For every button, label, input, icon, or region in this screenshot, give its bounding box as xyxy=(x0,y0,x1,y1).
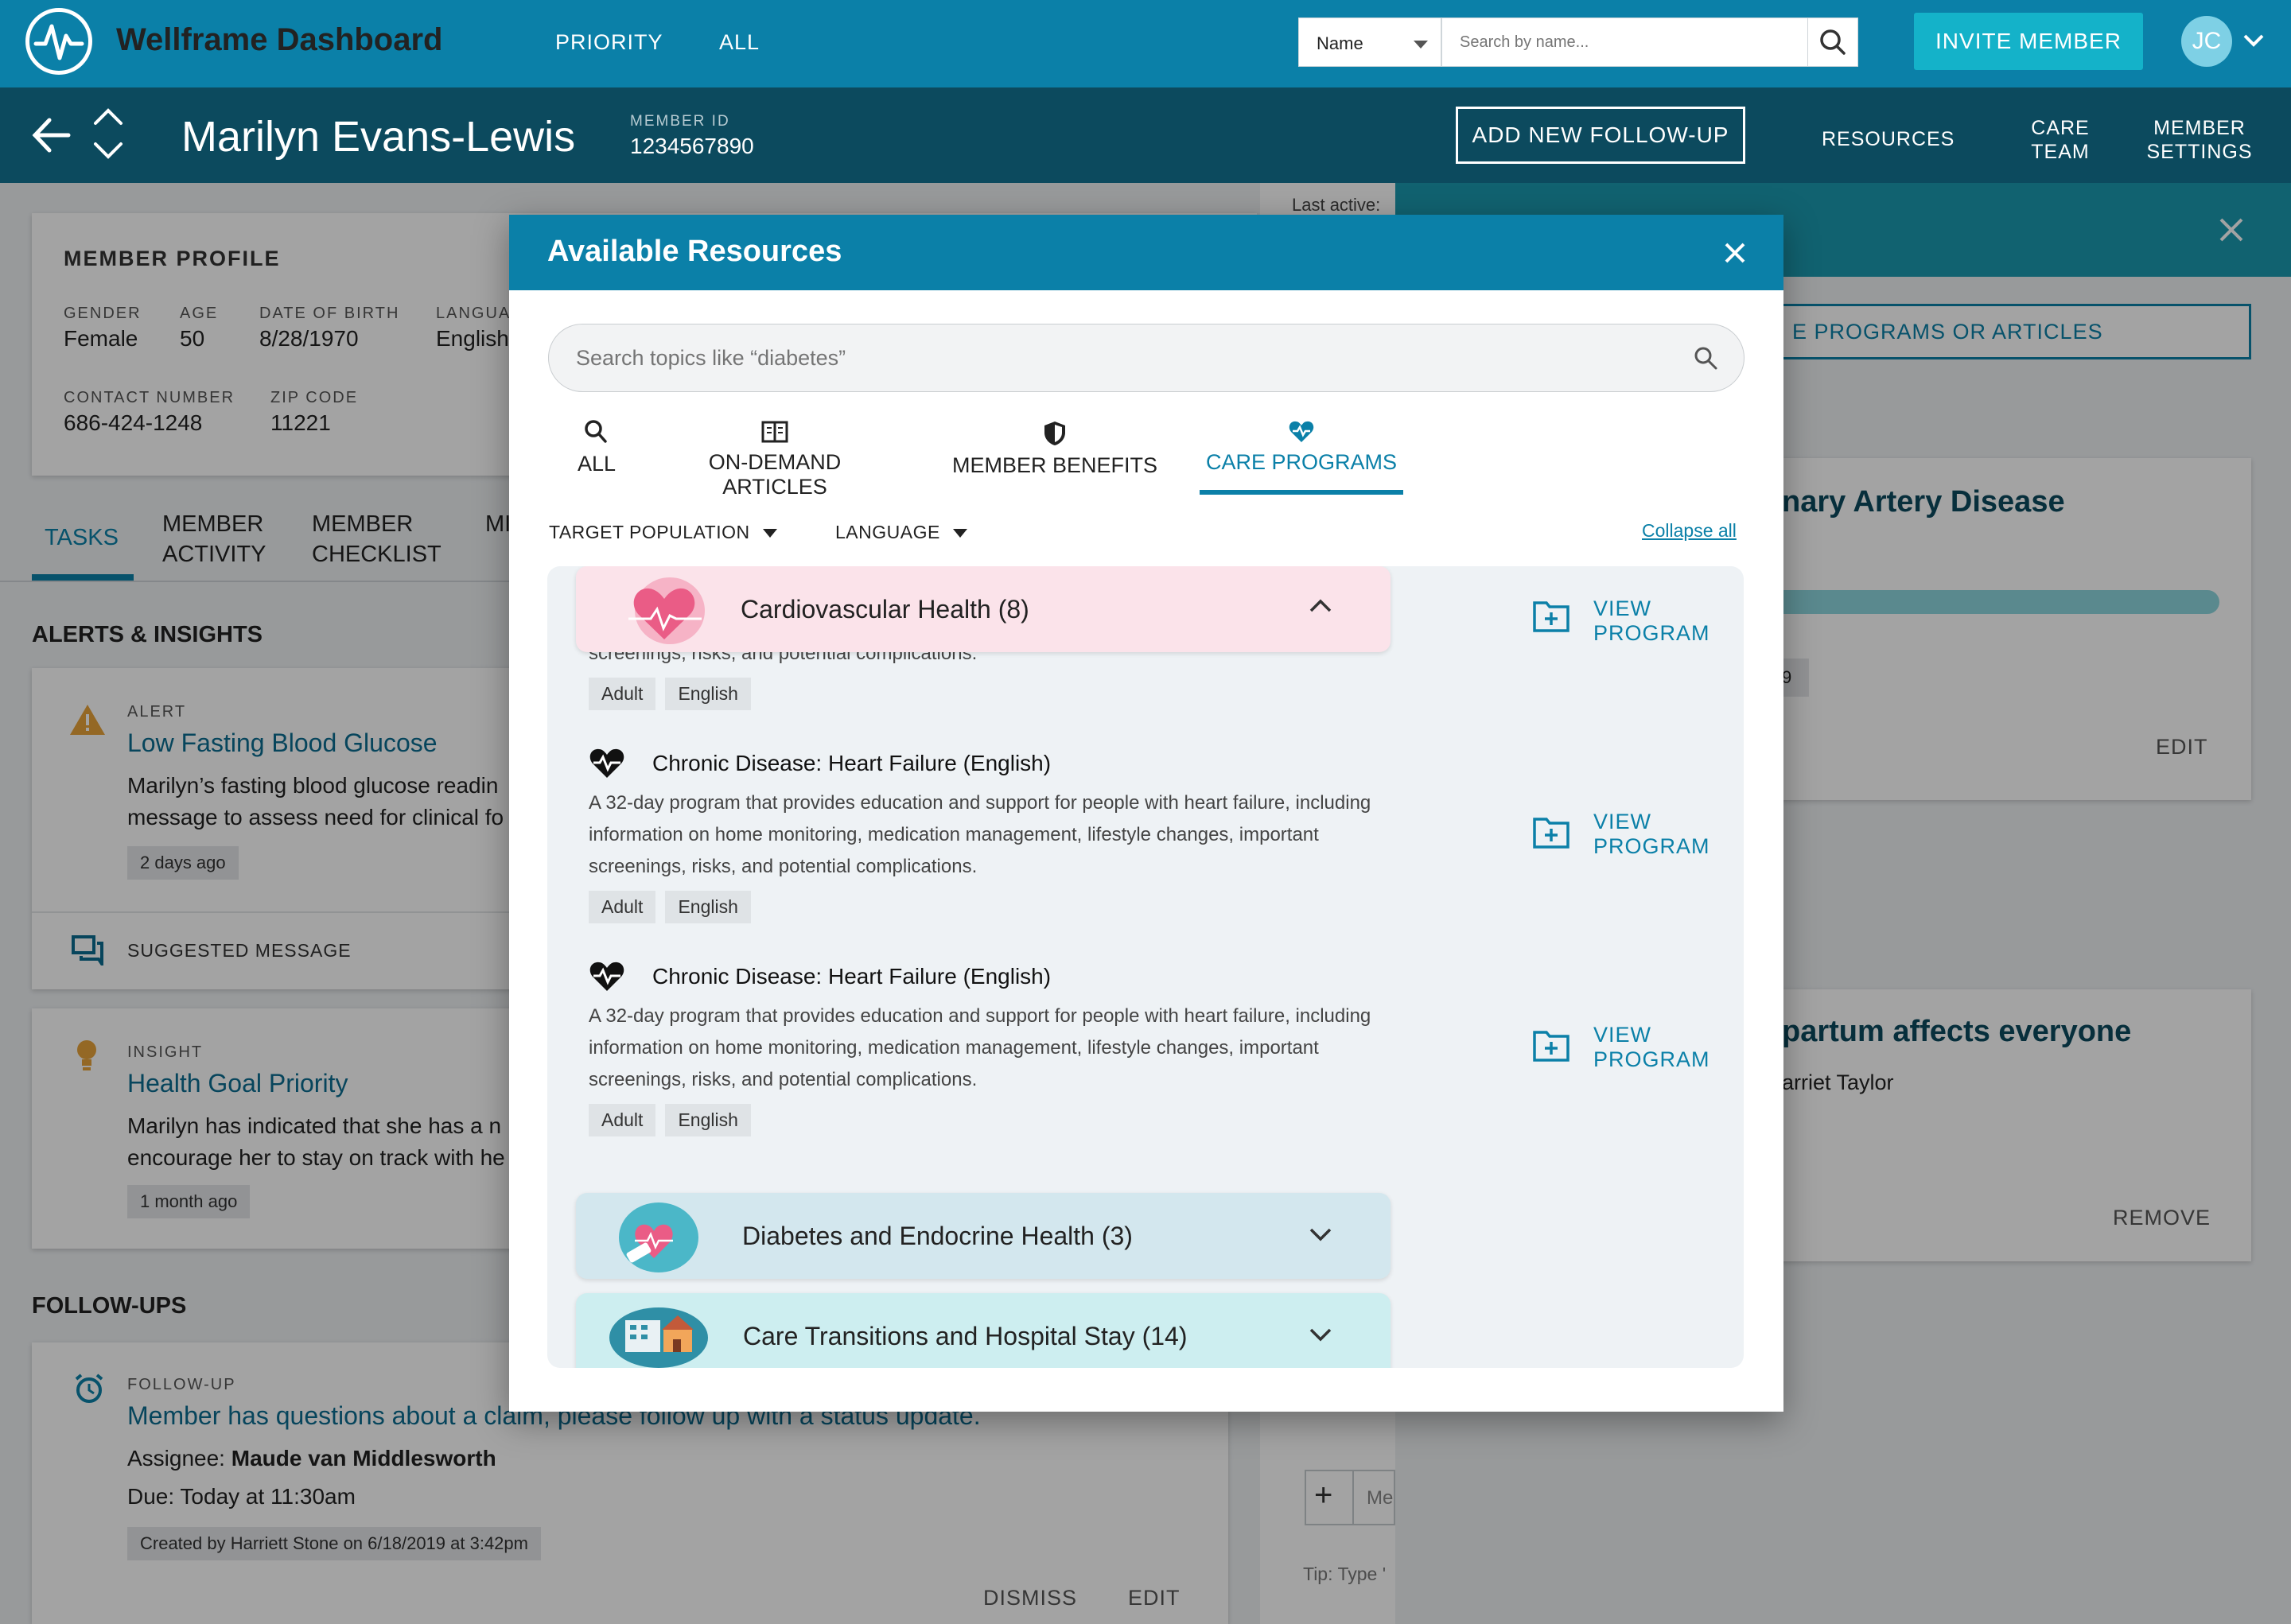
category-diabetes-title[interactable]: Diabetes and Endocrine Health (3) xyxy=(742,1222,1133,1251)
program-tags: Adult English xyxy=(589,891,760,923)
app-title[interactable]: Wellframe Dashboard xyxy=(116,22,443,58)
view-program-button[interactable]: VIEW PROGRAM xyxy=(1593,596,1710,646)
tab-member-benefits[interactable]: MEMBER BENEFITS xyxy=(951,420,1158,478)
program-desc-line-1: A 32-day program that provides education… xyxy=(589,792,1371,814)
chevron-down-icon[interactable] xyxy=(1308,1327,1333,1344)
view-program-button[interactable]: VIEW PROGRAM xyxy=(1593,810,1710,859)
target-population-filter[interactable]: TARGET POPULATION xyxy=(549,522,777,543)
heart-pulse-icon xyxy=(589,748,625,779)
book-icon xyxy=(761,421,788,443)
program-desc-line-2: information on home monitoring, medicati… xyxy=(589,1037,1319,1059)
truncated-program-tags: Adult English xyxy=(589,678,760,710)
tab-benefits-label: MEMBER BENEFITS xyxy=(951,453,1158,477)
member-name: Marilyn Evans-Lewis xyxy=(181,113,576,161)
nav-resources[interactable]: RESOURCES xyxy=(1822,127,1955,151)
tab-articles-label: ON-DEMAND ARTICLES xyxy=(708,450,842,499)
member-search-input[interactable] xyxy=(1441,17,1809,67)
program-desc-line-1: A 32-day program that provides education… xyxy=(589,1005,1371,1027)
tab-care-programs[interactable]: CARE PROGRAMS xyxy=(1200,420,1403,475)
active-tab-underline xyxy=(1200,490,1403,495)
member-id-label: MEMBER ID xyxy=(630,113,730,130)
collapse-all-link[interactable]: Collapse all xyxy=(1642,520,1737,542)
tag-language: English xyxy=(665,678,751,710)
chevron-down-icon[interactable] xyxy=(2242,32,2266,49)
next-member-icon[interactable] xyxy=(91,139,126,161)
language-filter[interactable]: LANGUAGE xyxy=(835,522,967,543)
member-id: 1234567890 xyxy=(630,134,754,158)
category-care-transitions-title[interactable]: Care Transitions and Hospital Stay (14) xyxy=(743,1322,1187,1351)
resource-search-input[interactable] xyxy=(548,324,1745,392)
add-folder-icon[interactable] xyxy=(1532,814,1570,849)
chevron-down-icon[interactable] xyxy=(1308,1226,1333,1244)
program-title[interactable]: Chronic Disease: Heart Failure (English) xyxy=(652,751,1051,776)
tag-audience: Adult xyxy=(589,1104,656,1136)
program-tags: Adult English xyxy=(589,1104,760,1136)
hospital-illustration-icon xyxy=(608,1300,711,1368)
add-new-followup-button[interactable]: ADD NEW FOLLOW-UP xyxy=(1456,107,1745,164)
nav-care-team[interactable]: CARE TEAM xyxy=(2013,116,2108,164)
language-filter-label: LANGUAGE xyxy=(835,522,940,542)
search-icon[interactable] xyxy=(1691,344,1720,372)
modal-title: Available Resources xyxy=(547,235,842,268)
search-icon xyxy=(585,420,607,443)
program-title[interactable]: Chronic Disease: Heart Failure (English) xyxy=(652,964,1051,989)
program-desc-line-3: screenings, risks, and potential complic… xyxy=(589,1069,978,1090)
chevron-up-icon[interactable] xyxy=(1308,596,1333,614)
search-field-select[interactable]: Name xyxy=(1298,17,1441,67)
tag-audience: Adult xyxy=(589,678,656,710)
tab-all[interactable]: ALL xyxy=(574,418,619,476)
nav-member-settings[interactable]: MEMBER SETTINGS xyxy=(2140,116,2259,164)
back-arrow-icon[interactable] xyxy=(29,115,73,155)
tab-programs-label: CARE PROGRAMS xyxy=(1205,450,1398,474)
nav-priority[interactable]: PRIORITY xyxy=(555,30,663,55)
add-folder-icon[interactable] xyxy=(1532,598,1570,633)
program-list: screenings, risks, and potential complic… xyxy=(547,566,1744,1368)
heart-illustration-icon xyxy=(620,573,708,649)
program-desc-line-3: screenings, risks, and potential complic… xyxy=(589,856,978,877)
shield-icon xyxy=(1044,422,1065,445)
add-folder-icon[interactable] xyxy=(1532,1028,1570,1063)
close-modal-icon[interactable] xyxy=(1721,239,1748,266)
program-desc-line-2: information on home monitoring, medicati… xyxy=(589,824,1319,845)
tag-audience: Adult xyxy=(589,891,656,923)
search-button[interactable] xyxy=(1807,17,1858,67)
tag-language: English xyxy=(665,1104,751,1136)
tag-language: English xyxy=(665,891,751,923)
nav-all[interactable]: ALL xyxy=(719,30,760,55)
previous-member-icon[interactable] xyxy=(91,106,126,128)
view-program-button[interactable]: VIEW PROGRAM xyxy=(1593,1023,1710,1072)
search-icon xyxy=(1820,29,1846,55)
tab-all-label: ALL xyxy=(577,452,617,476)
chevron-down-icon xyxy=(1414,41,1428,49)
caret-down-icon xyxy=(952,529,967,538)
user-avatar[interactable]: JC xyxy=(2181,16,2232,67)
target-population-label: TARGET POPULATION xyxy=(549,522,750,542)
glucose-illustration-icon xyxy=(614,1196,703,1276)
search-field-select-value: Name xyxy=(1317,33,1363,53)
caret-down-icon xyxy=(762,529,777,538)
heart-pulse-icon xyxy=(589,961,625,993)
tab-on-demand-articles[interactable]: ON-DEMAND ARTICLES xyxy=(654,420,896,499)
category-cardiovascular-title[interactable]: Cardiovascular Health (8) xyxy=(741,595,1029,624)
wellframe-logo-icon[interactable] xyxy=(25,8,92,75)
invite-member-button[interactable]: INVITE MEMBER xyxy=(1914,13,2143,70)
heart-pulse-icon xyxy=(1289,421,1314,442)
